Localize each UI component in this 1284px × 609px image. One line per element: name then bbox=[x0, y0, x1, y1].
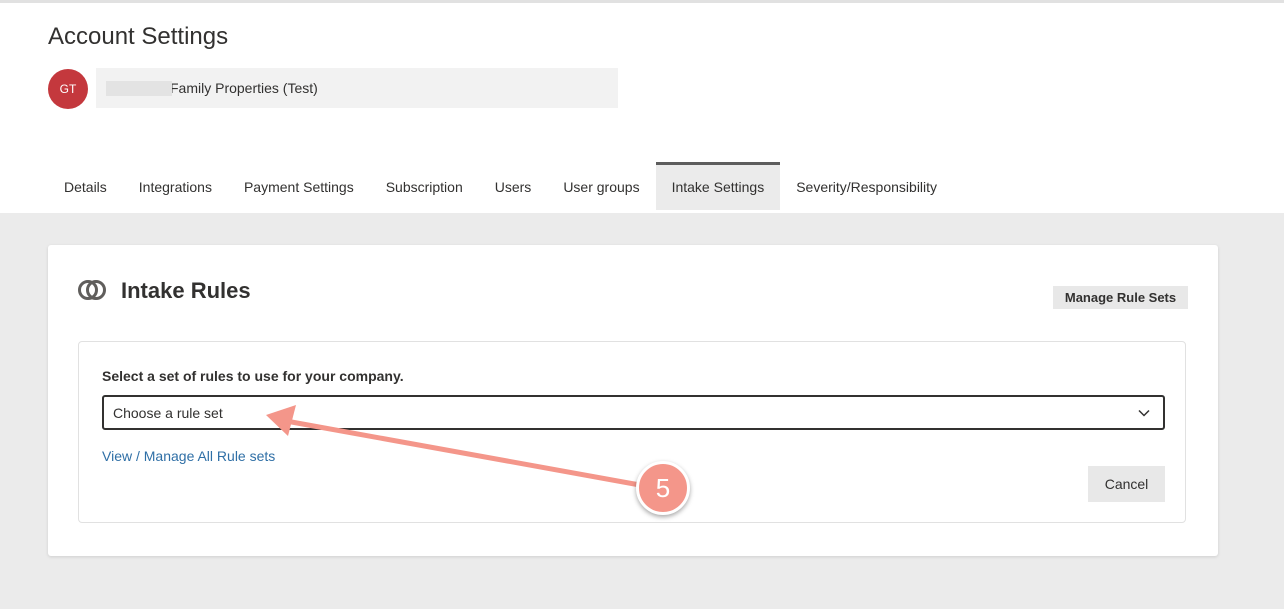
cancel-button[interactable]: Cancel bbox=[1088, 466, 1165, 502]
settings-tabs: Details Integrations Payment Settings Su… bbox=[48, 162, 953, 210]
rule-set-label: Select a set of rules to use for your co… bbox=[102, 368, 404, 384]
company-name-field: Family Properties (Test) bbox=[96, 68, 618, 108]
page-title: Account Settings bbox=[48, 23, 229, 50]
rule-set-dropdown-value: Choose a rule set bbox=[113, 405, 223, 421]
tab-intake-settings[interactable]: Intake Settings bbox=[655, 162, 781, 210]
company-name-text: Family Properties (Test) bbox=[170, 80, 318, 96]
manage-rule-sets-button[interactable]: Manage Rule Sets bbox=[1053, 286, 1188, 309]
tab-payment-settings[interactable]: Payment Settings bbox=[228, 162, 370, 210]
tab-subscription[interactable]: Subscription bbox=[370, 162, 479, 210]
tab-severity-responsibility[interactable]: Severity/Responsibility bbox=[780, 162, 953, 210]
rule-set-dropdown[interactable]: Choose a rule set bbox=[102, 395, 1165, 430]
chevron-down-icon bbox=[1138, 409, 1150, 417]
redacted-text bbox=[106, 81, 172, 96]
view-manage-rule-sets-link[interactable]: View / Manage All Rule sets bbox=[102, 448, 275, 464]
avatar: GT bbox=[48, 69, 88, 109]
tab-integrations[interactable]: Integrations bbox=[123, 162, 228, 210]
step-number-badge: 5 bbox=[636, 461, 690, 515]
rules-icon bbox=[78, 280, 106, 300]
rule-set-panel: Select a set of rules to use for your co… bbox=[78, 341, 1186, 523]
card-title: Intake Rules bbox=[121, 278, 251, 303]
tab-users[interactable]: Users bbox=[479, 162, 548, 210]
tab-user-groups[interactable]: User groups bbox=[547, 162, 655, 210]
tab-details[interactable]: Details bbox=[48, 162, 123, 210]
intake-rules-card: Intake Rules Manage Rule Sets Select a s… bbox=[48, 245, 1218, 556]
